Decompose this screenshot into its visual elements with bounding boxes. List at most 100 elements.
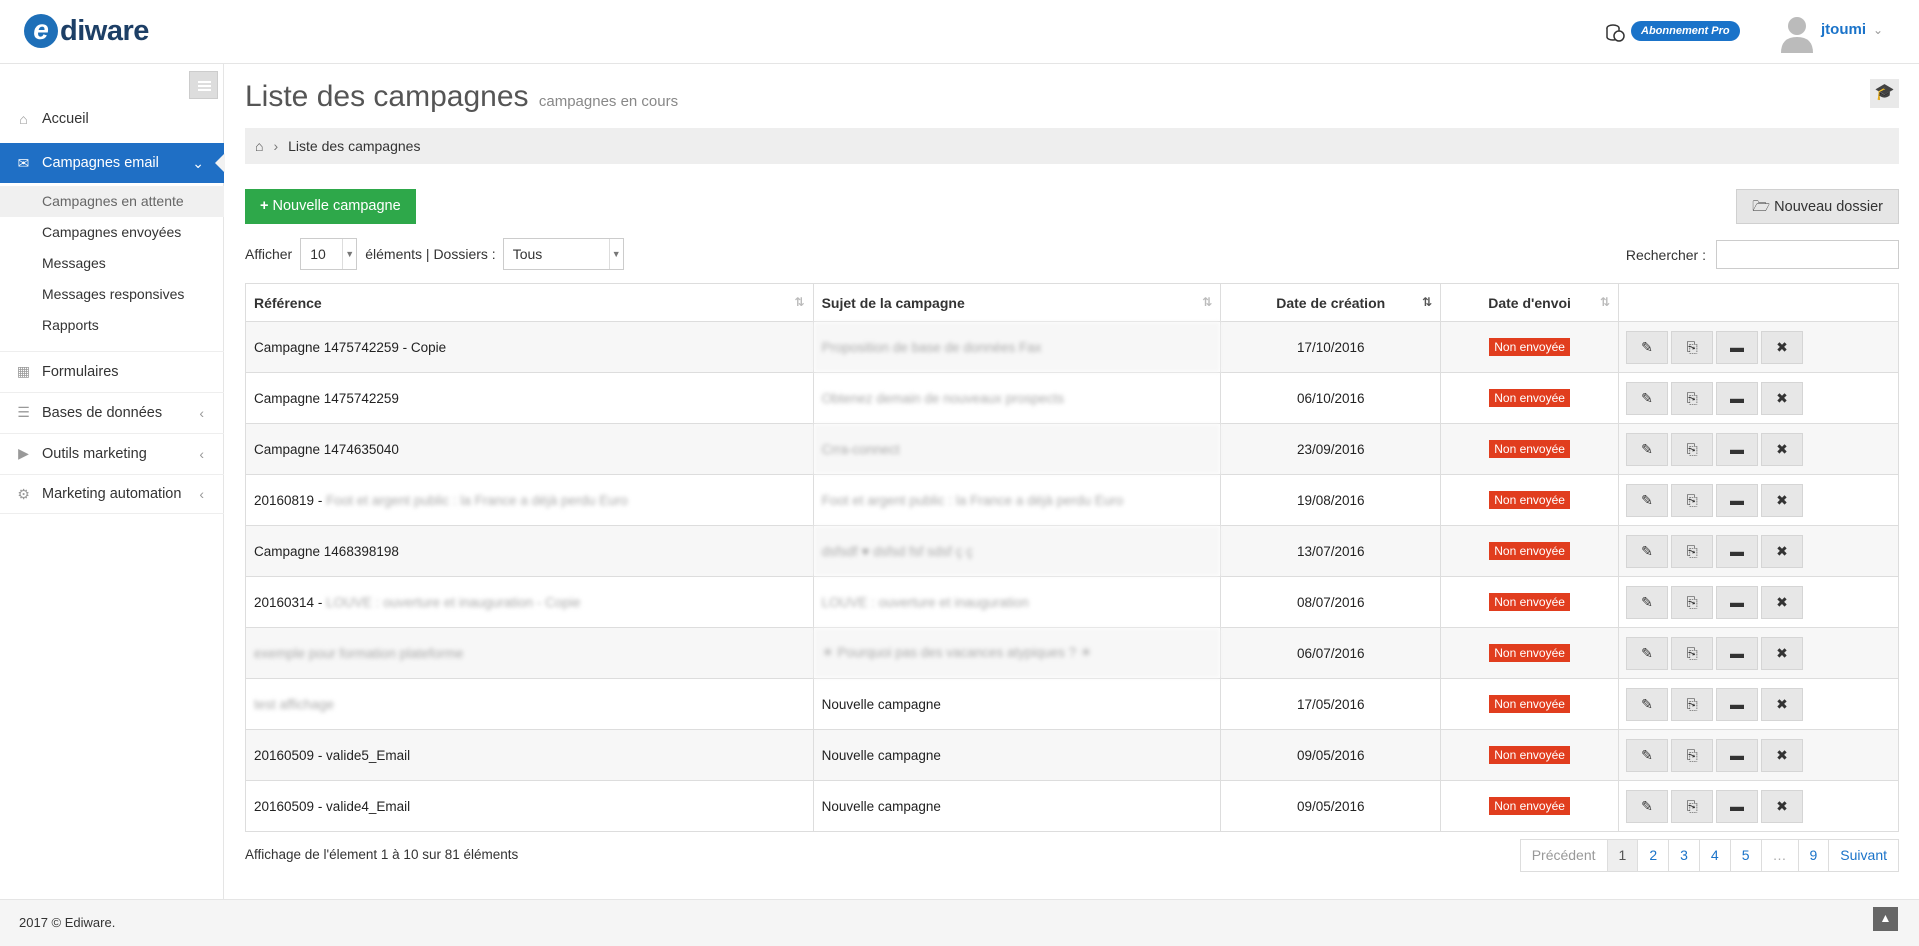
edit-button[interactable]: ✎: [1626, 789, 1669, 823]
subscription-badge[interactable]: Abonnement Pro: [1631, 21, 1740, 41]
sidebar-item-formulaires[interactable]: ▦ Formulaires: [0, 351, 224, 391]
move-folder-button[interactable]: ▬: [1716, 381, 1759, 415]
edit-button[interactable]: ✎: [1626, 432, 1669, 466]
chevron-down-icon[interactable]: ⌄: [1873, 23, 1883, 37]
table-row[interactable]: Campagne 1475742259 - Copie Proposition d…: [245, 321, 1899, 373]
delete-button[interactable]: ✖: [1761, 789, 1804, 823]
edit-button[interactable]: ✎: [1626, 687, 1669, 721]
graduation-cap-icon[interactable]: 🎓: [1870, 79, 1899, 108]
edit-button[interactable]: ✎: [1626, 381, 1669, 415]
trash-icon: ✖: [1776, 644, 1788, 661]
submenu-item-campagnes-envoyees[interactable]: Campagnes envoyées: [0, 217, 224, 248]
new-campaign-button[interactable]: + Nouvelle campagne: [245, 189, 416, 224]
user-avatar-icon[interactable]: [1779, 13, 1815, 53]
edit-button[interactable]: ✎: [1626, 585, 1669, 619]
ediware-logo[interactable]: e diware: [24, 14, 149, 48]
duplicate-button[interactable]: ⎘: [1671, 738, 1714, 772]
move-folder-button[interactable]: ▬: [1716, 789, 1759, 823]
move-folder-button[interactable]: ▬: [1716, 738, 1759, 772]
table-row[interactable]: 20160314 - LOUVE : ouverture et inaugura…: [245, 576, 1899, 628]
cell-send-date: Non envoyée: [1440, 372, 1620, 424]
cell-creation-date: 09/05/2016: [1220, 729, 1442, 781]
delete-button[interactable]: ✖: [1761, 534, 1804, 568]
sidebar-item-bases-de-donnees[interactable]: ☰ Bases de données ‹: [0, 392, 224, 432]
pagination-page-2[interactable]: 2: [1637, 840, 1668, 871]
duplicate-button[interactable]: ⎘: [1671, 789, 1714, 823]
submenu-item-messages[interactable]: Messages: [0, 248, 224, 279]
pagination-page-1[interactable]: 1: [1606, 840, 1638, 871]
table-row[interactable]: Campagne 1475742259 Obtenez demain de nou…: [245, 372, 1899, 424]
folder-select[interactable]: Tous ▼: [502, 238, 624, 270]
move-folder-button[interactable]: ▬: [1716, 534, 1759, 568]
folder-open-icon: ▬: [1730, 491, 1745, 508]
footer-copyright: 2017 © Ediware.: [19, 915, 116, 930]
page-size-value: 10: [310, 246, 326, 262]
submenu-item-campagnes-en-attente[interactable]: Campagnes en attente: [0, 186, 224, 217]
table-row[interactable]: 20160509 - valide5_Email Nouvelle campagn…: [245, 729, 1899, 781]
page-size-select[interactable]: 10 ▼: [300, 238, 358, 270]
move-folder-button[interactable]: ▬: [1716, 432, 1759, 466]
pagination-previous-button[interactable]: Précédent: [1521, 840, 1607, 871]
sidebar-submenu: Campagnes en attente Campagnes envoyées …: [0, 186, 224, 341]
sidebar-toggle-button[interactable]: [189, 71, 218, 99]
folder-open-icon: ▬: [1730, 746, 1745, 763]
user-name[interactable]: jtoumi: [1821, 21, 1866, 38]
delete-button[interactable]: ✖: [1761, 585, 1804, 619]
move-folder-button[interactable]: ▬: [1716, 330, 1759, 364]
table-row[interactable]: 20160509 - valide4_Email Nouvelle campagn…: [245, 780, 1899, 832]
delete-button[interactable]: ✖: [1761, 738, 1804, 772]
column-header-subject[interactable]: Sujet de la campagne ⇅: [812, 283, 1222, 322]
column-header-creation-date[interactable]: Date de création ⇅: [1220, 283, 1442, 322]
duplicate-button[interactable]: ⎘: [1671, 687, 1714, 721]
copy-icon: ⎘: [1686, 491, 1698, 508]
submenu-item-rapports[interactable]: Rapports: [0, 310, 224, 341]
move-folder-button[interactable]: ▬: [1716, 687, 1759, 721]
home-icon[interactable]: ⌂: [255, 138, 263, 154]
edit-button[interactable]: ✎: [1626, 738, 1669, 772]
pagination-page-4[interactable]: 4: [1698, 840, 1730, 871]
sidebar-item-outils-marketing[interactable]: ▶ Outils marketing ‹: [0, 433, 224, 473]
column-header-send-date[interactable]: Date d'envoi ⇅: [1440, 283, 1620, 322]
submenu-item-messages-responsives[interactable]: Messages responsives: [0, 279, 224, 310]
move-folder-button[interactable]: ▬: [1716, 483, 1759, 517]
duplicate-button[interactable]: ⎘: [1671, 585, 1714, 619]
delete-button[interactable]: ✖: [1761, 483, 1804, 517]
duplicate-button[interactable]: ⎘: [1671, 381, 1714, 415]
pagination-page-3[interactable]: 3: [1668, 840, 1699, 871]
edit-button[interactable]: ✎: [1626, 636, 1669, 670]
scroll-top-button[interactable]: ▲: [1873, 907, 1898, 931]
table-row[interactable]: test affichage Nouvelle campagne 17/05/201…: [245, 678, 1899, 730]
table-row[interactable]: exemple pour formation plateforme ☀ Pourq…: [245, 627, 1899, 679]
move-folder-button[interactable]: ▬: [1716, 585, 1759, 619]
sidebar-item-campagnes-email[interactable]: ✉ Campagnes email ⌄: [0, 143, 225, 183]
search-input[interactable]: [1716, 240, 1899, 269]
new-folder-button[interactable]: 🗁 Nouveau dossier: [1736, 189, 1899, 224]
delete-button[interactable]: ✖: [1761, 636, 1804, 670]
duplicate-button[interactable]: ⎘: [1671, 636, 1714, 670]
cell-reference: 20160509 - valide4_Email: [245, 780, 814, 832]
duplicate-button[interactable]: ⎘: [1671, 483, 1714, 517]
duplicate-button[interactable]: ⎘: [1671, 534, 1714, 568]
page-title-text: Liste des campagnes: [245, 80, 529, 113]
delete-button[interactable]: ✖: [1761, 687, 1804, 721]
table-row[interactable]: Campagne 1468398198 dsfsdf ♥ dsfsd fsf sd…: [245, 525, 1899, 577]
sidebar-item-marketing-automation[interactable]: ⚙ Marketing automation ‹: [0, 474, 224, 514]
sidebar-item-accueil[interactable]: ⌂ Accueil: [0, 99, 224, 139]
pagination-page-9[interactable]: 9: [1797, 840, 1829, 871]
pagination-page-5[interactable]: 5: [1729, 840, 1761, 871]
delete-button[interactable]: ✖: [1761, 381, 1804, 415]
edit-button[interactable]: ✎: [1626, 483, 1669, 517]
edit-button[interactable]: ✎: [1626, 330, 1669, 364]
main-content: Liste des campagnes campagnes en cours 🎓…: [225, 64, 1919, 899]
edit-button[interactable]: ✎: [1626, 534, 1669, 568]
move-folder-button[interactable]: ▬: [1716, 636, 1759, 670]
delete-button[interactable]: ✖: [1761, 432, 1804, 466]
table-row[interactable]: 20160819 - Foot et argent public : la Fr…: [245, 474, 1899, 526]
reference-text: 20160509 - valide4_Email: [254, 798, 411, 814]
column-header-reference[interactable]: Référence ⇅: [245, 283, 814, 322]
pagination-next-button[interactable]: Suivant: [1828, 840, 1898, 871]
delete-button[interactable]: ✖: [1761, 330, 1804, 364]
table-row[interactable]: Campagne 1474635040 Crra-connect 23/09/201…: [245, 423, 1899, 475]
duplicate-button[interactable]: ⎘: [1671, 330, 1714, 364]
duplicate-button[interactable]: ⎘: [1671, 432, 1714, 466]
